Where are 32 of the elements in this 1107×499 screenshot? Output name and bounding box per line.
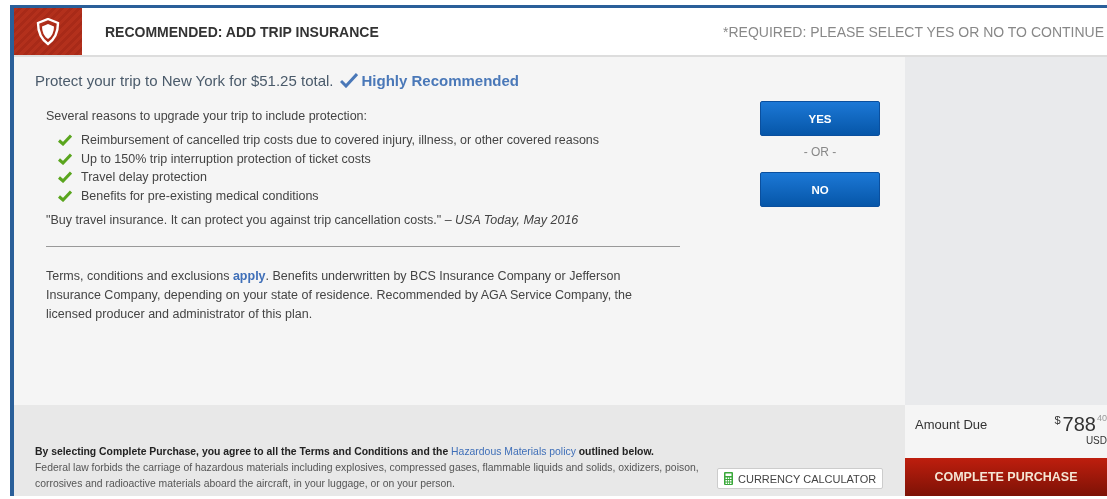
recommended-label: Highly Recommended xyxy=(361,72,520,89)
section-title: RECOMMENDED: ADD TRIP INSURANCE xyxy=(105,23,379,40)
no-button[interactable]: NO xyxy=(760,172,880,207)
currency-calculator-button[interactable]: CURRENCY CALCULATOR xyxy=(717,468,884,489)
benefit-text: Up to 150% trip interruption protection of ticket costs xyxy=(81,151,371,166)
offer-headline: Protect your trip to New York for $51.25 total. xyxy=(35,72,334,89)
currency-symbol: $ xyxy=(1054,414,1061,426)
or-separator: - OR - xyxy=(803,145,837,159)
complete-purchase-button[interactable]: COMPLETE PURCHASE xyxy=(905,458,1107,496)
amount-value: 788 xyxy=(1062,413,1096,435)
agreement-text: By selecting Complete Purchase, you agree to all the Terms and Conditions and the Hazardous Materials policy outlined below. xyxy=(35,445,655,459)
benefit-text: Reimbursement of cancelled trip costs due to covered injury, illness, or other covered reasons xyxy=(81,133,600,148)
checkmark-icon xyxy=(58,134,72,147)
yes-button[interactable]: YES xyxy=(760,101,880,136)
amount-due-label: Amount Due xyxy=(915,417,988,434)
terms-text: Terms, conditions and exclusions apply. Benefits underwritten by BCS Insurance Company or Jefferson Insurance Company, depending on your state of residence. Recommended by AGA Service Company, the licensed producer and administrator of this plan. xyxy=(46,268,633,323)
checkmark-icon xyxy=(339,73,358,88)
required-note: *REQUIRED: PLEASE SELECT YES OR NO TO CONTINUE xyxy=(723,23,1104,40)
benefit-text: Travel delay protection xyxy=(81,170,207,185)
checkmark-icon xyxy=(58,171,72,184)
intro-text: Several reasons to upgrade your trip to include protection: xyxy=(46,109,369,123)
checkmark-icon xyxy=(58,189,72,202)
checkmark-icon xyxy=(58,152,72,165)
amount-cents: 40 xyxy=(1097,413,1107,423)
hazard-notice: Federal law forbids the carriage of hazardous materials including explosives, compressed gases, flammable liquids and solids, oxidizers, poison, corrosives and radioactive materials aboard the aircraft, in your luggage, or on your person. xyxy=(35,461,700,491)
currency-code: USD xyxy=(1085,435,1107,446)
apply-link[interactable]: apply xyxy=(232,269,266,283)
calculator-icon xyxy=(724,472,733,485)
shield-icon xyxy=(36,17,60,46)
hazardous-materials-link[interactable]: Hazardous Materials policy xyxy=(451,446,576,457)
quote-text: "Buy travel insurance. It can protect you against trip cancellation costs." – USA Today, May 2016 xyxy=(46,213,580,227)
benefit-text: Benefits for pre-existing medical conditions xyxy=(81,188,319,203)
